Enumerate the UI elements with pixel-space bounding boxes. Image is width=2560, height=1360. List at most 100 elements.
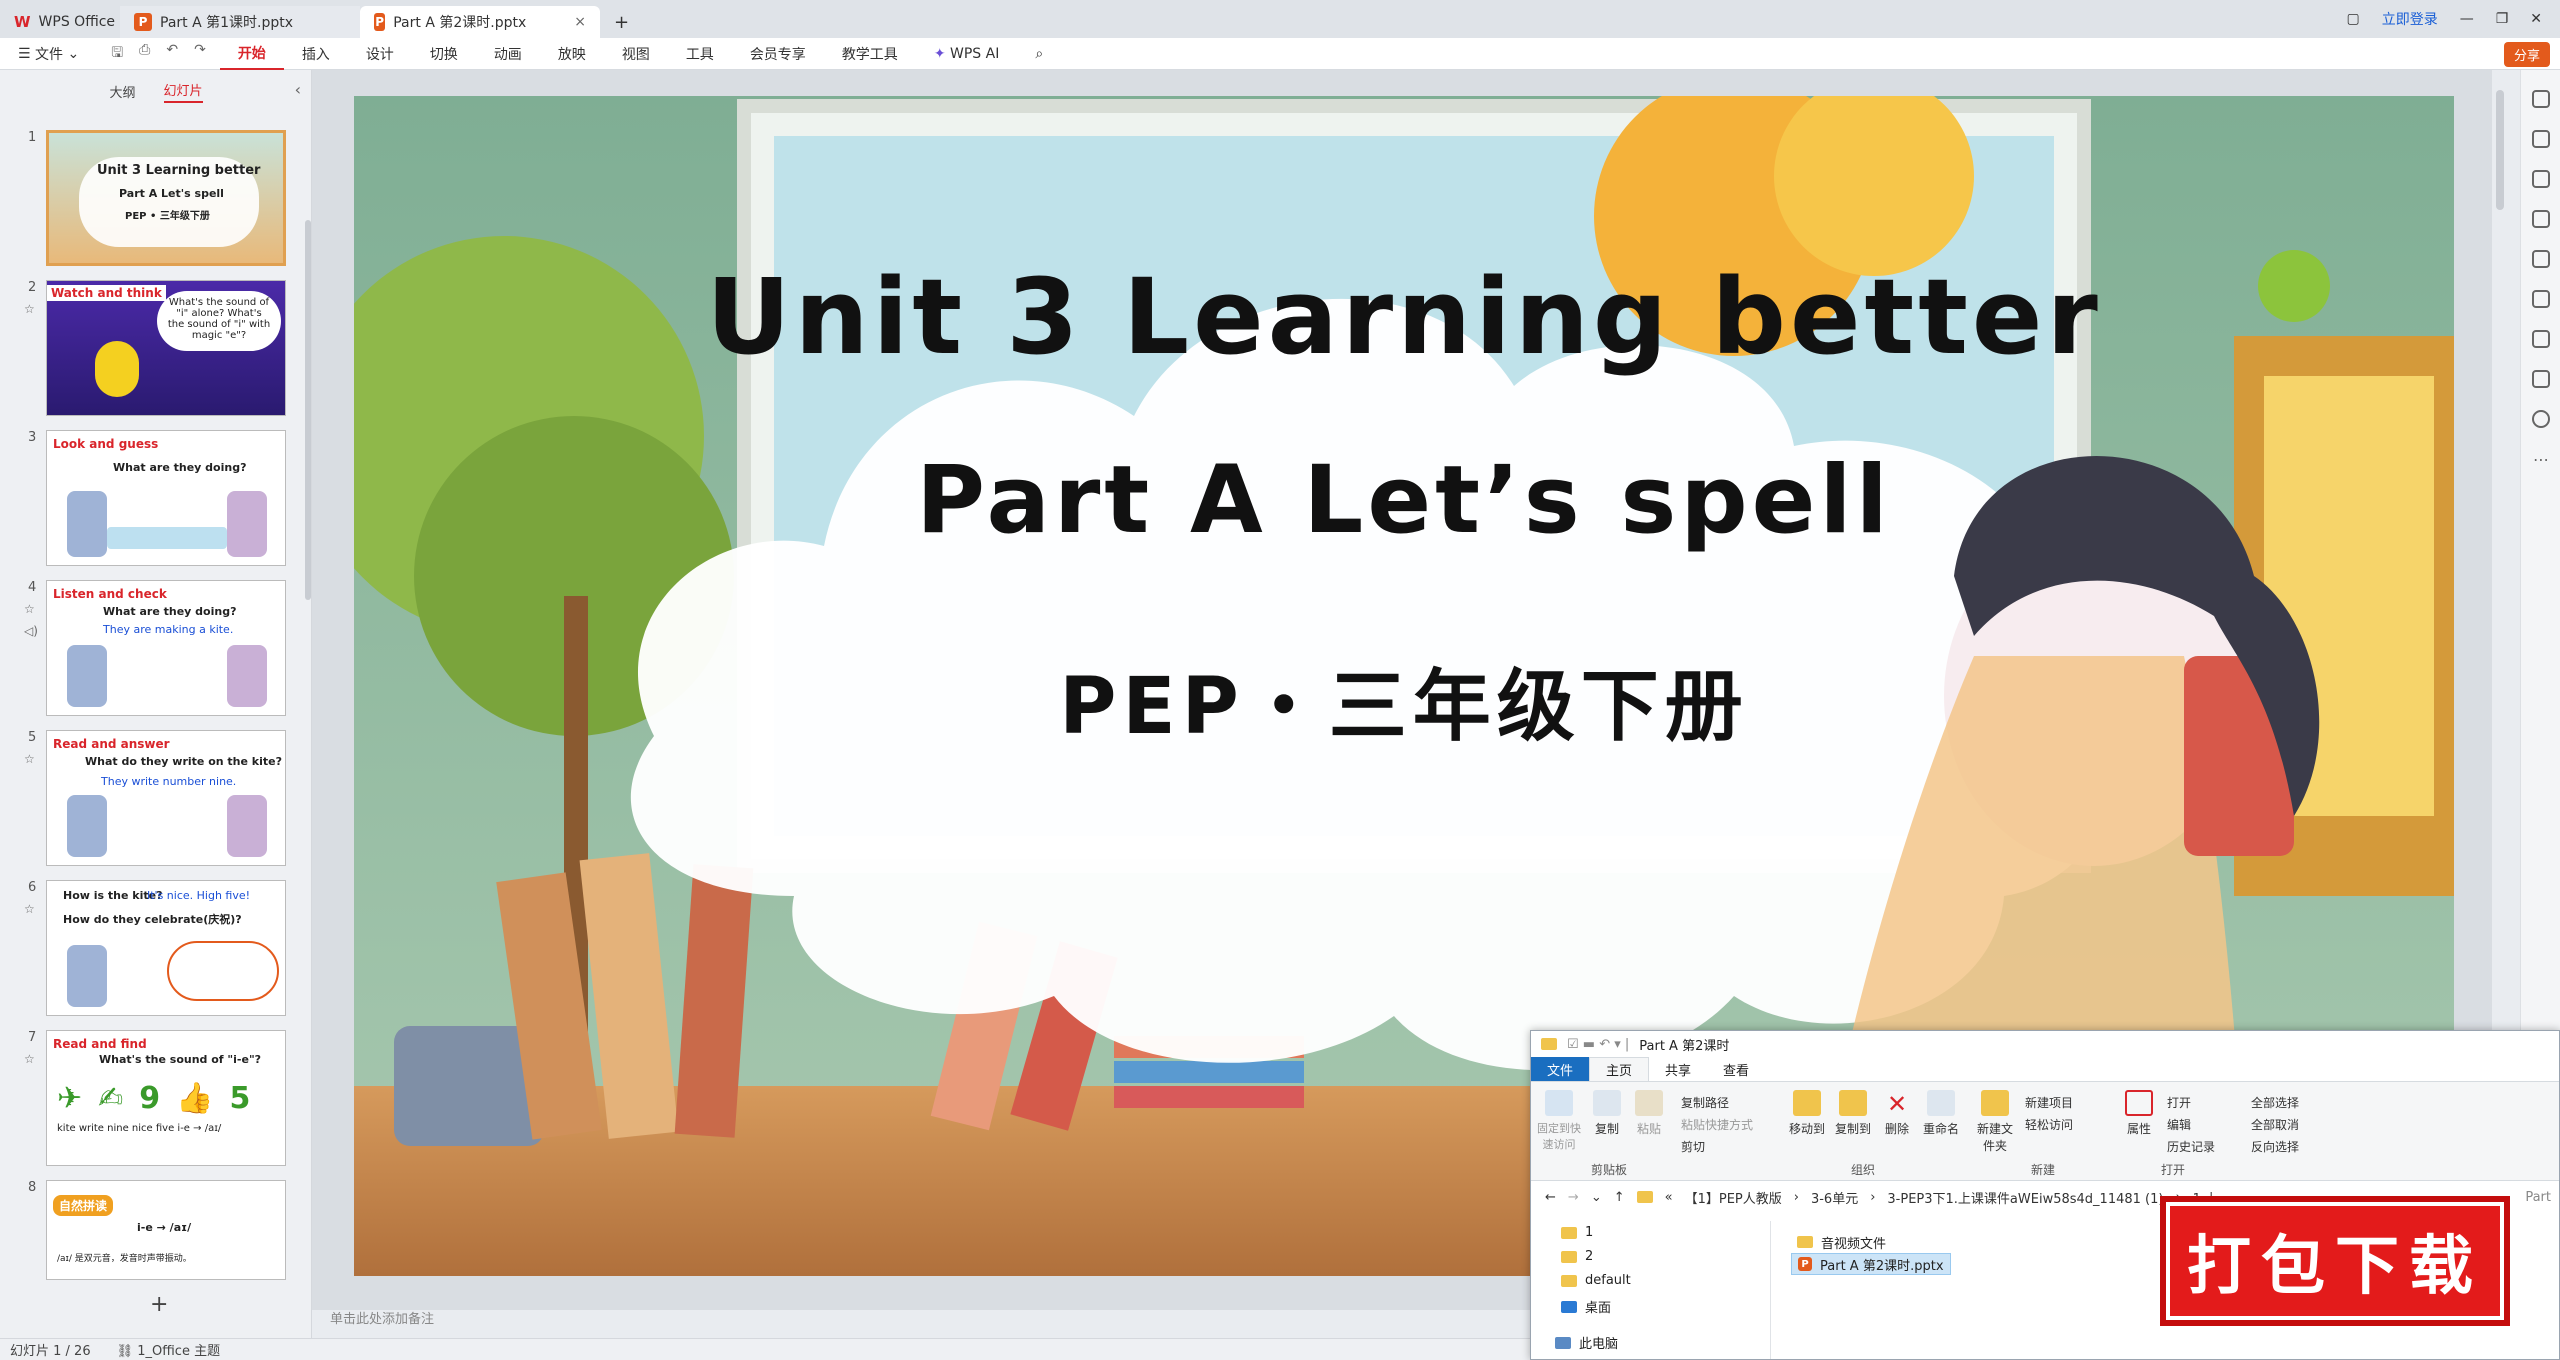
- history-button[interactable]: 历史记录: [2167, 1138, 2215, 1155]
- panel-scrollbar[interactable]: [305, 220, 311, 600]
- login-link[interactable]: 立即登录: [2382, 9, 2438, 29]
- menu-insert[interactable]: 插入: [284, 38, 348, 70]
- tab-slides[interactable]: 幻灯片: [163, 80, 203, 103]
- menu-design[interactable]: 设计: [348, 38, 412, 70]
- search-box[interactable]: Part: [2525, 1190, 2551, 1205]
- copy-to-button[interactable]: 复制到: [1833, 1090, 1873, 1137]
- tab-document-2[interactable]: P Part A 第2课时.pptx ×: [360, 6, 600, 38]
- explorer-tab-view[interactable]: 查看: [1707, 1057, 1765, 1081]
- rename-button[interactable]: 重命名: [1921, 1090, 1961, 1137]
- slide-thumbnail[interactable]: Read and find What's the sound of "i-e"?…: [46, 1030, 286, 1166]
- slide-title[interactable]: Unit 3 Learning better: [354, 256, 2454, 378]
- search-icon[interactable]: ⌕: [1017, 38, 1061, 70]
- slide-number: 7: [28, 1030, 37, 1045]
- tab-document-1[interactable]: P Part A 第1课时.pptx: [120, 6, 360, 38]
- slide-thumbnail[interactable]: How is the kite? How do they celebrate(庆…: [46, 880, 286, 1016]
- new-folder-button[interactable]: 新建文件夹: [1975, 1090, 2015, 1154]
- menu-member[interactable]: 会员专享: [732, 38, 824, 70]
- edit-button[interactable]: 编辑: [2167, 1116, 2191, 1133]
- menu-view[interactable]: 视图: [604, 38, 668, 70]
- close-icon[interactable]: ×: [574, 14, 586, 30]
- tab-outline[interactable]: 大纲: [109, 82, 135, 101]
- settings-icon[interactable]: [2532, 130, 2550, 148]
- add-slide-button[interactable]: +: [150, 1292, 168, 1317]
- menu-animation[interactable]: 动画: [476, 38, 540, 70]
- list-item[interactable]: 音视频文件: [1791, 1231, 1951, 1253]
- slide-thumbnail[interactable]: Listen and check What are they doing? Th…: [46, 580, 286, 716]
- copy-icon[interactable]: [2532, 210, 2550, 228]
- notes-placeholder[interactable]: 单击此处添加备注: [330, 1308, 434, 1327]
- slide-thumbnail[interactable]: Unit 3 Learning better Part A Let's spel…: [46, 130, 286, 266]
- explorer-tab-share[interactable]: 共享: [1649, 1057, 1707, 1081]
- share-panel-icon[interactable]: [2532, 370, 2550, 388]
- new-item-button[interactable]: 新建项目: [2025, 1094, 2073, 1111]
- file-menu[interactable]: ☰ 文件 ⌄: [0, 38, 97, 70]
- paste-button[interactable]: 粘贴: [1631, 1090, 1667, 1137]
- theme-name[interactable]: ⛓ 1_Office 主题: [117, 1340, 221, 1359]
- open-button[interactable]: 打开: [2167, 1094, 2191, 1111]
- select-all-button[interactable]: 全部选择: [2251, 1094, 2299, 1111]
- path-segment[interactable]: 3-PEP3下1.上课课件aWEiw58s4d_11481 (1): [1887, 1188, 2163, 1207]
- explorer-tab-home[interactable]: 主页: [1589, 1057, 1650, 1081]
- favorite-icon[interactable]: [2532, 170, 2550, 188]
- slide-thumbnail[interactable]: Read and answer What do they write on th…: [46, 730, 286, 866]
- copy-path-button[interactable]: 复制路径: [1681, 1094, 1729, 1111]
- help-icon[interactable]: [2532, 410, 2550, 428]
- pack-download-badge[interactable]: 打包下载: [2160, 1196, 2510, 1326]
- menu-tools[interactable]: 工具: [668, 38, 732, 70]
- menu-home[interactable]: 开始: [219, 38, 284, 70]
- save-icon[interactable]: 🖫: [111, 42, 123, 66]
- menu-transition[interactable]: 切换: [412, 38, 476, 70]
- canvas-scrollbar[interactable]: [2496, 90, 2504, 210]
- path-segment[interactable]: 【1】PEP人教版: [1685, 1188, 1782, 1207]
- more-icon[interactable]: ⋯: [2533, 450, 2549, 469]
- nav-item[interactable]: 桌面: [1561, 1297, 1611, 1316]
- cut-button[interactable]: 剪切: [1681, 1138, 1705, 1155]
- book-icon[interactable]: [2532, 330, 2550, 348]
- path-segment[interactable]: 3-6单元: [1811, 1188, 1858, 1207]
- path-overflow-icon[interactable]: «: [1665, 1190, 1673, 1205]
- redo-icon[interactable]: ↷: [194, 42, 206, 66]
- properties-button[interactable]: 属性: [2121, 1090, 2157, 1137]
- menu-teaching-tools[interactable]: 教学工具: [824, 38, 916, 70]
- back-icon[interactable]: ←: [1545, 1190, 1556, 1205]
- tab-wps-home[interactable]: W WPS Office: [0, 6, 120, 38]
- print-icon[interactable]: ⎙: [139, 42, 150, 66]
- undo-icon[interactable]: ↶: [166, 42, 178, 66]
- style-icon[interactable]: [2532, 90, 2550, 108]
- slide-thumbnail[interactable]: 自然拼读 i-e → /aɪ/ /aɪ/ 是双元音，发音时声带振动。: [46, 1180, 286, 1280]
- recent-icon[interactable]: ⌄: [1591, 1190, 1602, 1205]
- slide-thumbnail[interactable]: Watch and think What's the sound of "i" …: [46, 280, 286, 416]
- forward-icon[interactable]: →: [1568, 1190, 1579, 1205]
- menu-wps-ai[interactable]: ✦ WPS AI: [916, 38, 1018, 70]
- paste-shortcut-button[interactable]: 粘贴快捷方式: [1681, 1116, 1753, 1133]
- nav-item[interactable]: 1: [1561, 1225, 1593, 1240]
- collapse-panel-icon[interactable]: ‹: [295, 80, 301, 99]
- up-icon[interactable]: ↑: [1614, 1190, 1625, 1205]
- list-item[interactable]: P Part A 第2课时.pptx: [1791, 1253, 1951, 1275]
- pin-quick-access-button[interactable]: 固定到快速访问: [1537, 1090, 1581, 1152]
- window-icon[interactable]: ▢: [2346, 11, 2359, 27]
- menu-slideshow[interactable]: 放映: [540, 38, 604, 70]
- maximize-icon[interactable]: ❐: [2496, 11, 2509, 27]
- move-to-button[interactable]: 移动到: [1787, 1090, 1827, 1137]
- nav-item[interactable]: 此电脑: [1555, 1333, 1618, 1352]
- slide-thumbnail[interactable]: Look and guess What are they doing?: [46, 430, 286, 566]
- new-tab-button[interactable]: +: [600, 6, 643, 38]
- minimize-icon[interactable]: —: [2460, 11, 2474, 27]
- select-none-button[interactable]: 全部取消: [2251, 1116, 2299, 1133]
- share-button[interactable]: 分享: [2503, 42, 2550, 67]
- slide-subtitle[interactable]: Part A Let’s spell: [354, 446, 2454, 555]
- image-icon[interactable]: [2532, 250, 2550, 268]
- invert-selection-button[interactable]: 反向选择: [2251, 1138, 2299, 1155]
- explorer-tab-file[interactable]: 文件: [1531, 1057, 1590, 1081]
- slide-grade[interactable]: PEP・三年级下册: [354, 644, 2454, 756]
- quick-access-icons[interactable]: ☑ ▬ ↶ ▾ |: [1567, 1037, 1629, 1052]
- nav-item[interactable]: default: [1561, 1273, 1631, 1288]
- nav-item[interactable]: 2: [1561, 1249, 1593, 1264]
- delete-button[interactable]: ✕ 删除: [1879, 1090, 1915, 1137]
- copy-button[interactable]: 复制: [1589, 1090, 1625, 1137]
- tools-icon[interactable]: [2532, 290, 2550, 308]
- easy-access-button[interactable]: 轻松访问: [2025, 1116, 2073, 1133]
- close-window-icon[interactable]: ✕: [2530, 11, 2542, 27]
